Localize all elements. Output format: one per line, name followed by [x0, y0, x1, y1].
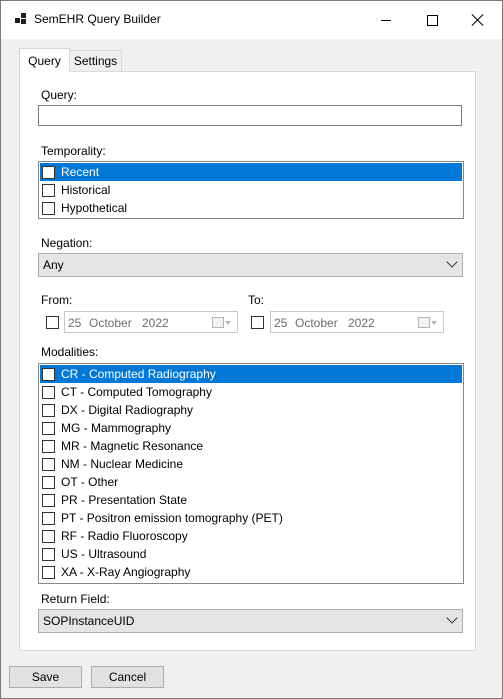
list-item-label: RF - Radio Fluoroscopy — [61, 529, 188, 543]
from-month: October — [89, 316, 132, 330]
list-item-label: Hypothetical — [61, 201, 128, 215]
modality-item-mg[interactable]: MG - Mammography — [40, 419, 462, 437]
close-icon — [472, 14, 484, 26]
negation-label: Negation: — [41, 236, 93, 250]
checkbox[interactable] — [42, 385, 55, 399]
maximize-button[interactable] — [409, 1, 455, 39]
temporality-item-recent[interactable]: Recent — [40, 163, 462, 181]
temporality-label: Temporality: — [41, 144, 106, 158]
from-label: From: — [41, 293, 73, 307]
modality-item-cr[interactable]: CR - Computed Radiography — [40, 365, 462, 383]
list-item-label: MG - Mammography — [61, 421, 172, 435]
negation-select[interactable]: Any — [38, 253, 463, 277]
temporality-item-hypothetical[interactable]: Hypothetical — [40, 199, 462, 217]
return-field-value: SOPInstanceUID — [43, 614, 135, 628]
from-enable-checkbox[interactable] — [46, 316, 59, 329]
to-day: 25 — [274, 316, 288, 330]
modality-item-nm[interactable]: NM - Nuclear Medicine — [40, 455, 462, 473]
list-item-label: CT - Computed Tomography — [61, 385, 212, 399]
modality-item-us[interactable]: US - Ultrasound — [40, 545, 462, 563]
modality-item-ot[interactable]: OT - Other — [40, 473, 462, 491]
list-item-label: CR - Computed Radiography — [61, 367, 216, 381]
calendar-icon — [418, 317, 430, 328]
checkbox[interactable] — [42, 367, 55, 381]
to-enable-checkbox[interactable] — [251, 316, 264, 329]
query-label: Query: — [41, 88, 78, 102]
list-item-label: US - Ultrasound — [61, 547, 147, 561]
list-item-label: MR - Magnetic Resonance — [61, 439, 204, 453]
modality-item-rf[interactable]: RF - Radio Fluoroscopy — [40, 527, 462, 545]
checkbox[interactable] — [42, 421, 55, 435]
list-item-label: XA - X-Ray Angiography — [61, 565, 191, 579]
chevron-down-icon — [446, 612, 458, 624]
modalities-label: Modalities: — [41, 345, 99, 359]
list-item-label: Recent — [61, 165, 100, 179]
checkbox[interactable] — [42, 403, 55, 417]
modality-item-ct[interactable]: CT - Computed Tomography — [40, 383, 462, 401]
return-field-select[interactable]: SOPInstanceUID — [38, 609, 463, 633]
dropdown-arrow-icon — [225, 321, 231, 325]
query-input[interactable] — [38, 105, 462, 126]
list-item-label: OT - Other — [61, 475, 119, 489]
app-icon — [15, 13, 27, 25]
to-label: To: — [248, 293, 265, 307]
checkbox[interactable] — [42, 201, 55, 215]
cancel-button[interactable]: Cancel — [91, 666, 164, 688]
checkbox[interactable] — [42, 511, 55, 525]
from-year: 2022 — [142, 316, 169, 330]
temporality-list[interactable]: Recent Historical Hypothetical — [38, 161, 464, 219]
checkbox[interactable] — [42, 493, 55, 507]
list-item-label: DX - Digital Radiography — [61, 403, 194, 417]
list-item-label: PR - Presentation State — [61, 493, 188, 507]
list-item-label: PT - Positron emission tomography (PET) — [61, 511, 283, 525]
window-title: SemEHR Query Builder — [34, 12, 161, 26]
tab-settings[interactable]: Settings — [69, 50, 122, 71]
main-window: SemEHR Query Builder Query Settings Quer… — [0, 0, 503, 699]
modalities-list[interactable]: CR - Computed Radiography CT - Computed … — [38, 363, 464, 584]
minimize-button[interactable] — [363, 1, 409, 39]
checkbox[interactable] — [42, 439, 55, 453]
to-month: October — [295, 316, 338, 330]
calendar-icon — [212, 317, 224, 328]
tab-query[interactable]: Query — [19, 48, 70, 72]
modality-item-xa[interactable]: XA - X-Ray Angiography — [40, 563, 462, 581]
modality-item-pt[interactable]: PT - Positron emission tomography (PET) — [40, 509, 462, 527]
checkbox[interactable] — [42, 457, 55, 471]
close-button[interactable] — [455, 1, 501, 39]
modality-item-mr[interactable]: MR - Magnetic Resonance — [40, 437, 462, 455]
modality-item-pr[interactable]: PR - Presentation State — [40, 491, 462, 509]
maximize-icon — [426, 14, 438, 26]
chevron-down-icon — [446, 256, 458, 268]
save-button[interactable]: Save — [9, 666, 82, 688]
from-date-picker[interactable]: 25 October 2022 — [64, 311, 238, 333]
checkbox[interactable] — [42, 183, 55, 197]
from-day: 25 — [68, 316, 82, 330]
to-year: 2022 — [348, 316, 375, 330]
checkbox[interactable] — [42, 475, 55, 489]
checkbox[interactable] — [42, 529, 55, 543]
checkbox[interactable] — [42, 547, 55, 561]
negation-value: Any — [43, 258, 64, 272]
dropdown-arrow-icon — [431, 321, 437, 325]
to-date-picker[interactable]: 25 October 2022 — [270, 311, 444, 333]
checkbox[interactable] — [42, 165, 55, 179]
title-bar[interactable]: SemEHR Query Builder — [1, 1, 502, 39]
modality-item-dx[interactable]: DX - Digital Radiography — [40, 401, 462, 419]
temporality-item-historical[interactable]: Historical — [40, 181, 462, 199]
minimize-icon — [381, 19, 391, 21]
list-item-label: Historical — [61, 183, 111, 197]
list-item-label: NM - Nuclear Medicine — [61, 457, 184, 471]
return-field-label: Return Field: — [41, 592, 110, 606]
checkbox[interactable] — [42, 565, 55, 579]
